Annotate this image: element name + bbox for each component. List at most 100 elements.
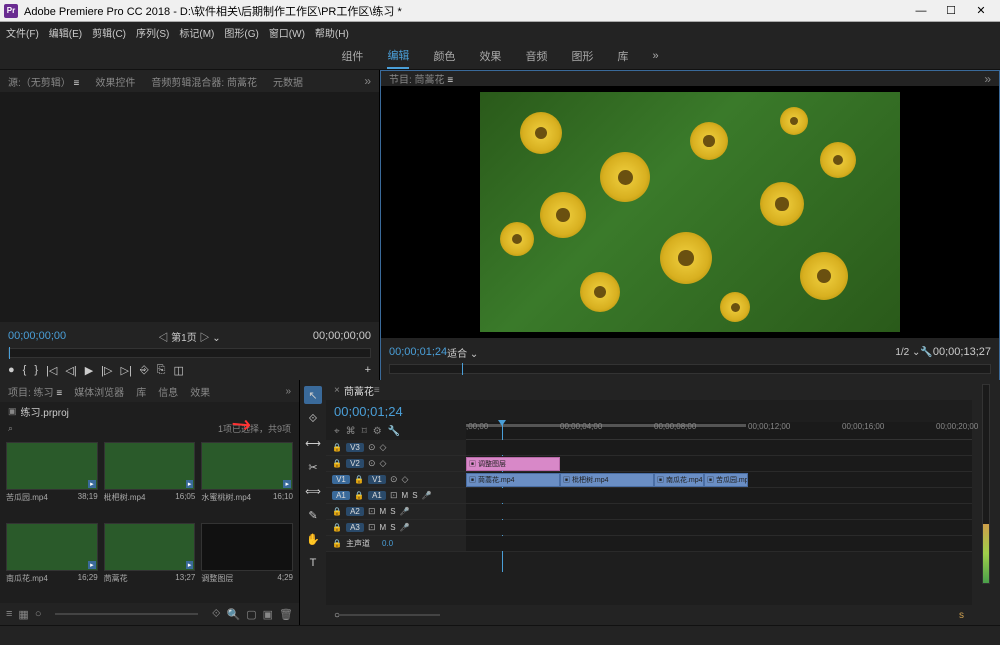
- find-icon[interactable]: 🔍: [227, 608, 241, 621]
- out-point-icon[interactable]: }: [34, 364, 38, 376]
- workspace-assembly[interactable]: 组件: [341, 44, 363, 68]
- snap-icon[interactable]: ⌖: [334, 426, 340, 437]
- sort-icon[interactable]: ⟐: [212, 608, 221, 621]
- program-tc[interactable]: 00;00;01;24: [389, 346, 447, 358]
- goto-in-icon[interactable]: |◁: [46, 364, 57, 377]
- program-scrubber[interactable]: [389, 364, 991, 374]
- clip[interactable]: ▣ 枇杷树.mp4: [560, 473, 654, 487]
- clip[interactable]: ▣ 调整图层: [466, 457, 560, 471]
- close-button[interactable]: ✕: [966, 1, 996, 21]
- project-item[interactable]: ▸水蜜桃树.mp416;10: [201, 442, 293, 517]
- program-zoom[interactable]: 1/2 ⌄: [895, 347, 920, 358]
- play-icon[interactable]: ▶: [85, 364, 93, 377]
- marker-icon[interactable]: ●: [8, 364, 15, 376]
- timeline-tc[interactable]: 00;00;01;24: [334, 404, 403, 419]
- list-view-icon[interactable]: ≡: [6, 608, 12, 620]
- source-tc-in[interactable]: 00;00;00;00: [8, 330, 66, 342]
- project-item[interactable]: ▸茼蒿花13;27: [104, 523, 196, 598]
- close-seq-icon[interactable]: ×: [334, 385, 340, 396]
- thumb-size-slider[interactable]: [55, 613, 197, 615]
- insert-icon[interactable]: ⎆: [140, 364, 149, 377]
- track-v1[interactable]: V1🔒V1⊙◇ ▣ 茼蒿花.mp4 ▣ 枇杷树.mp4 ▣ 南瓜花.mp4 ▣ …: [326, 472, 972, 488]
- track-v2[interactable]: 🔒V2⊙◇ ▣ 调整图层: [326, 456, 972, 472]
- workspace-audio[interactable]: 音频: [525, 44, 547, 68]
- settings-icon[interactable]: ⚙: [373, 426, 382, 437]
- track-a2[interactable]: 🔒A2⊡MS🎤: [326, 504, 972, 520]
- project-item[interactable]: ▸苦瓜园.mp438;19: [6, 442, 98, 517]
- menu-window[interactable]: 窗口(W): [269, 25, 305, 40]
- goto-out-icon[interactable]: ▷|: [120, 364, 131, 377]
- clip[interactable]: ▣ 苦瓜园.mp4: [704, 473, 748, 487]
- audio-meter[interactable]: [982, 384, 990, 584]
- workspace-library[interactable]: 库: [617, 44, 628, 68]
- clip[interactable]: ▣ 茼蒿花.mp4: [466, 473, 560, 487]
- tab-audio-mixer[interactable]: 音频剪辑混合器: 茼蒿花: [151, 74, 257, 89]
- workspace-editing[interactable]: 编辑: [387, 43, 409, 69]
- new-bin-icon[interactable]: ▢: [246, 608, 256, 621]
- timeline-zoom-slider[interactable]: [340, 614, 440, 616]
- in-point-icon[interactable]: {: [23, 364, 27, 376]
- project-overflow[interactable]: »: [285, 386, 291, 397]
- workspace-overflow[interactable]: »: [652, 46, 658, 66]
- search-icon[interactable]: ⌕: [8, 423, 13, 434]
- hand-tool[interactable]: ✋: [304, 530, 322, 548]
- linked-sel-icon[interactable]: ⌘: [346, 426, 356, 437]
- step-back-icon[interactable]: ◁|: [65, 364, 76, 377]
- trash-icon[interactable]: 🗑: [279, 608, 293, 621]
- source-scrubber[interactable]: [8, 348, 371, 358]
- track-v3[interactable]: 🔒V3⊙◇: [326, 440, 972, 456]
- source-overflow[interactable]: »: [364, 74, 371, 88]
- workspace-graphics[interactable]: 图形: [571, 44, 593, 68]
- workspace-color[interactable]: 颜色: [433, 44, 455, 68]
- program-monitor[interactable]: [381, 86, 999, 338]
- project-breadcrumb[interactable]: ▣ 练习.prproj: [0, 402, 299, 420]
- menu-marker[interactable]: 标记(M): [179, 25, 214, 40]
- step-forward-icon[interactable]: |▷: [101, 364, 112, 377]
- tab-metadata[interactable]: 元数据: [273, 74, 303, 89]
- menu-help[interactable]: 帮助(H): [315, 25, 349, 40]
- timeline-ruler[interactable]: ;00;00 00;00;04;00 00;00;08;00 00;00;12;…: [466, 422, 972, 440]
- maximize-button[interactable]: ☐: [936, 1, 966, 21]
- tab-project[interactable]: 项目: 练习 ≡: [8, 384, 62, 399]
- menu-graphics[interactable]: 图形(G): [224, 25, 258, 40]
- tab-effects[interactable]: 效果: [190, 384, 210, 399]
- type-tool[interactable]: T: [304, 554, 322, 572]
- source-fit[interactable]: ◁ 第1页 ▷ ⌄: [158, 329, 220, 344]
- tab-media-browser[interactable]: 媒体浏览器: [74, 384, 124, 399]
- wrench-icon[interactable]: 🔧: [920, 347, 932, 358]
- track-a3[interactable]: 🔒A3⊡MS🎤: [326, 520, 972, 536]
- tab-program[interactable]: 节目: 茼蒿花 ≡: [389, 71, 453, 86]
- program-overflow[interactable]: »: [984, 72, 991, 86]
- track-master[interactable]: 🔒主声道0.0: [326, 536, 972, 552]
- menu-file[interactable]: 文件(F): [6, 25, 39, 40]
- slip-tool[interactable]: ⟺: [304, 482, 322, 500]
- workspace-effects[interactable]: 效果: [479, 44, 501, 68]
- menu-edit[interactable]: 编辑(E): [49, 25, 82, 40]
- wrench-icon[interactable]: 🔧: [388, 426, 400, 437]
- project-item[interactable]: ▸南瓜花.mp416;29: [6, 523, 98, 598]
- icon-view-icon[interactable]: ▦: [18, 608, 28, 621]
- project-item[interactable]: ▸枇杷树.mp416;05: [104, 442, 196, 517]
- project-item[interactable]: 调整图层4;29: [201, 523, 293, 598]
- sequence-name[interactable]: 茼蒿花: [344, 383, 374, 398]
- source-monitor[interactable]: [0, 92, 379, 322]
- clip[interactable]: ▣ 南瓜花.mp4: [654, 473, 704, 487]
- marker-add-icon[interactable]: ⌑: [362, 426, 367, 437]
- sync-lock-icon[interactable]: s: [959, 610, 964, 621]
- add-button-icon[interactable]: +: [365, 364, 371, 376]
- freeform-view-icon[interactable]: ○: [35, 608, 42, 620]
- tab-info[interactable]: 信息: [158, 384, 178, 399]
- ripple-edit-tool[interactable]: ⟷: [304, 434, 322, 452]
- track-select-tool[interactable]: ⟐: [304, 410, 322, 428]
- selection-tool[interactable]: ↖: [304, 386, 322, 404]
- tab-source[interactable]: 源:（无剪辑） ≡: [8, 74, 79, 89]
- tab-effect-controls[interactable]: 效果控件: [95, 74, 135, 89]
- minimize-button[interactable]: —: [906, 1, 936, 21]
- program-fit[interactable]: 适合 ⌄: [447, 345, 478, 360]
- menu-clip[interactable]: 剪辑(C): [92, 25, 126, 40]
- razor-tool[interactable]: ✂: [304, 458, 322, 476]
- new-item-icon[interactable]: ▣: [263, 608, 273, 621]
- track-a1[interactable]: A1🔒A1⊡MS🎤: [326, 488, 972, 504]
- export-frame-icon[interactable]: ◫: [173, 364, 183, 377]
- pen-tool[interactable]: ✎: [304, 506, 322, 524]
